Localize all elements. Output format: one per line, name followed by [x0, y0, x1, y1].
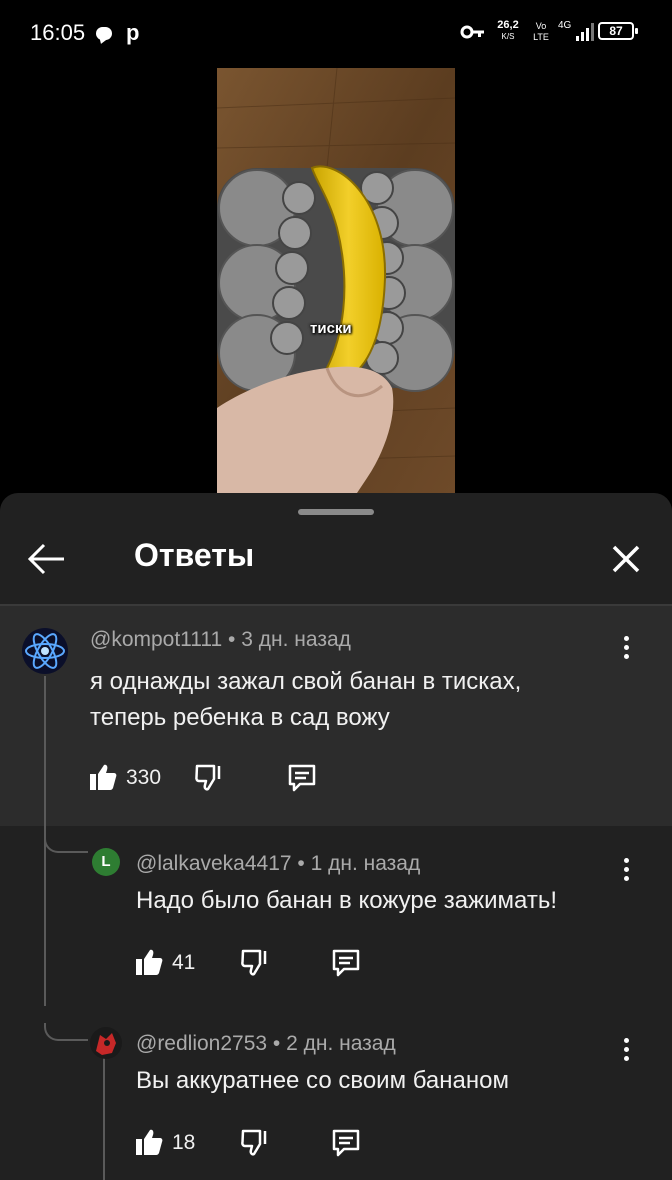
replies-sheet: Ответы @kompot1111 • 3 дн. назад я однаж… [0, 493, 672, 1180]
network-speed-unit: K/S [501, 32, 515, 41]
avatar[interactable] [22, 628, 68, 674]
network-type: 4G [558, 20, 572, 31]
comment-meta: @redlion2753 • 2 дн. назад [136, 1032, 396, 1055]
parent-comment: @kompot1111 • 3 дн. назад я однажды зажа… [0, 606, 672, 826]
chat-bubble-icon [96, 27, 112, 40]
reply-icon[interactable] [330, 947, 362, 979]
signal-icon [576, 23, 594, 41]
red-lion-avatar-image [96, 1033, 116, 1055]
more-options-icon[interactable] [621, 858, 631, 886]
video-frame [217, 68, 455, 493]
close-icon[interactable] [606, 539, 646, 579]
sheet-title: Ответы [134, 537, 255, 573]
volte-top: Vo [535, 21, 547, 31]
arrow-left-icon[interactable] [22, 539, 70, 579]
thumbs-down-icon[interactable] [194, 762, 224, 792]
thumbs-down-icon[interactable] [240, 947, 270, 977]
avatar[interactable] [90, 1027, 122, 1059]
status-time: 16:05 [30, 20, 86, 45]
like-count: 41 [172, 951, 196, 974]
more-options-icon[interactable] [621, 636, 631, 664]
key-icon [460, 25, 484, 39]
comment-text-line: я однажды зажал свой банан в тисках, [90, 668, 522, 695]
network-speed: 26,2 K/S [496, 20, 520, 42]
avatar[interactable]: L [92, 848, 120, 876]
app-notification-p: p [126, 20, 140, 45]
network-speed-value: 26,2 [497, 19, 519, 31]
comment-text: Вы аккуратнее со своим бананом [136, 1067, 509, 1094]
thumbs-up-icon[interactable] [134, 947, 164, 977]
status-bar: 16:05 p 26,2 K/S Vo LTE 4G 87 [0, 0, 672, 68]
more-options-icon[interactable] [621, 1038, 631, 1066]
comment-text: я однажды зажал свой банан в тисках, теп… [90, 664, 630, 736]
volte-bottom: LTE [533, 32, 549, 42]
thumbs-down-icon[interactable] [240, 1127, 270, 1157]
volte-indicator: Vo LTE [530, 21, 552, 43]
video-caption: тиски [310, 320, 352, 337]
reply-icon[interactable] [286, 762, 318, 794]
battery-icon: 87 [598, 22, 638, 40]
video-player[interactable] [217, 68, 455, 493]
thumbs-up-icon[interactable] [134, 1127, 164, 1157]
avatar-letter: L [101, 853, 111, 870]
like-count: 330 [126, 766, 162, 789]
drag-handle[interactable] [298, 509, 374, 515]
thread-connector [44, 835, 88, 853]
comment-meta: @lalkaveka4417 • 1 дн. назад [136, 852, 421, 875]
battery-level: 87 [609, 24, 623, 38]
comment-text-line: теперь ребенка в сад вожу [90, 704, 390, 731]
thread-line [103, 1058, 105, 1180]
thread-connector [44, 1023, 88, 1041]
atom-avatar-image [25, 633, 65, 669]
comment-meta: @kompot1111 • 3 дн. назад [90, 628, 351, 651]
thumbs-up-icon[interactable] [88, 762, 118, 792]
reply-icon[interactable] [330, 1127, 362, 1159]
like-count: 18 [172, 1131, 196, 1154]
comment-text: Надо было банан в кожуре зажимать! [136, 887, 558, 914]
